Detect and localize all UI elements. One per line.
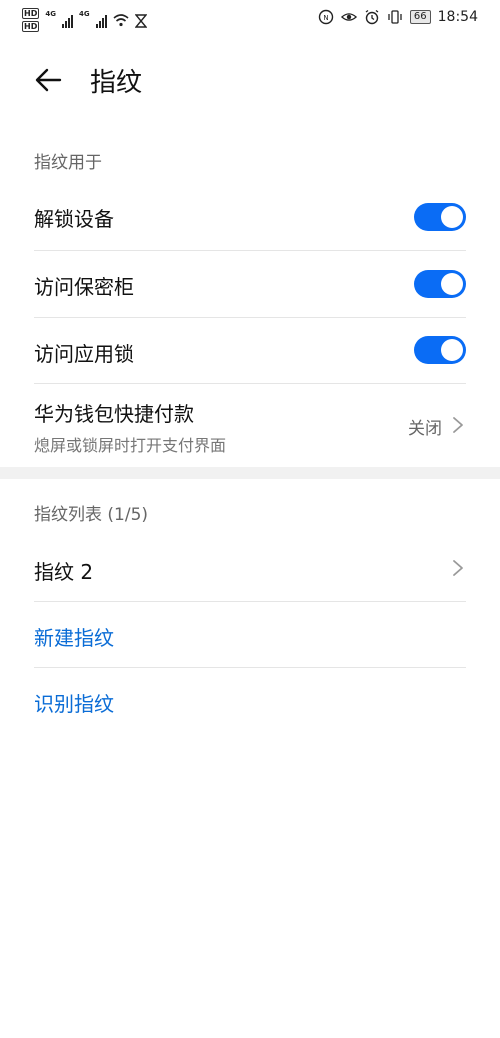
clock: 18:54 — [437, 9, 478, 25]
alarm-icon — [365, 9, 379, 25]
toggle-knob — [441, 206, 463, 228]
section-separator — [0, 467, 500, 479]
signal-icon — [61, 14, 73, 28]
hd-badge-2: HD — [22, 21, 40, 32]
row-subtitle: 熄屏或锁屏时打开支付界面 — [34, 436, 227, 455]
hd-indicators: HD HD — [22, 8, 40, 32]
new-fingerprint-button[interactable]: 新建指纹 — [34, 622, 114, 651]
hd-badge-1: HD — [22, 8, 40, 19]
header: 指纹 — [0, 50, 500, 110]
battery-icon: 66 — [409, 10, 431, 24]
svg-text:N: N — [323, 14, 328, 22]
page-title: 指纹 — [90, 68, 143, 98]
hourglass-icon — [134, 14, 147, 28]
nfc-icon: N — [318, 9, 334, 25]
fingerprint-name: 指纹 2 — [34, 560, 94, 584]
row-label: 访问应用锁 — [34, 342, 134, 366]
network-type-2: 4G — [78, 10, 90, 18]
arrow-left-icon[interactable] — [32, 63, 66, 97]
toggle-knob — [441, 273, 463, 295]
row-label: 访问保密柜 — [34, 275, 134, 299]
wifi-icon — [113, 14, 129, 27]
list-item-fingerprint[interactable]: 指纹 2 — [34, 536, 466, 600]
row-label: 解锁设备 — [34, 207, 114, 231]
safe-access-toggle[interactable] — [414, 270, 466, 298]
row-app-lock[interactable]: 访问应用锁 — [34, 318, 466, 384]
chevron-right-icon — [453, 417, 463, 433]
eye-icon — [340, 13, 357, 21]
section-label-list: 指纹列表 (1/5) — [34, 505, 149, 525]
app-lock-toggle[interactable] — [414, 336, 466, 364]
unlock-device-toggle[interactable] — [414, 203, 466, 231]
toggle-knob — [441, 339, 463, 361]
network-type-1: 4G — [45, 10, 56, 18]
new-fingerprint-row[interactable]: 新建指纹 — [34, 602, 466, 666]
chevron-right-icon — [453, 560, 463, 576]
vibrate-icon — [388, 10, 402, 24]
row-safe-access[interactable]: 访问保密柜 — [34, 251, 466, 317]
status-bar: HD HD 4G 4G N 66 18:54 — [0, 0, 500, 38]
row-wallet-quick-pay[interactable]: 华为钱包快捷付款 熄屏或锁屏时打开支付界面 关闭 — [34, 384, 466, 466]
signal-icon-2 — [95, 14, 107, 28]
identify-fingerprint-button[interactable]: 识别指纹 — [34, 688, 114, 717]
identify-fingerprint-row[interactable]: 识别指纹 — [34, 668, 466, 732]
row-unlock-device[interactable]: 解锁设备 — [34, 185, 466, 249]
status-left: HD HD 4G 4G — [22, 8, 147, 32]
row-label: 华为钱包快捷付款 — [34, 402, 194, 426]
status-right: N 66 18:54 — [318, 9, 478, 25]
section-label-usage: 指纹用于 — [34, 153, 102, 173]
wallet-status-value: 关闭 — [408, 419, 442, 439]
